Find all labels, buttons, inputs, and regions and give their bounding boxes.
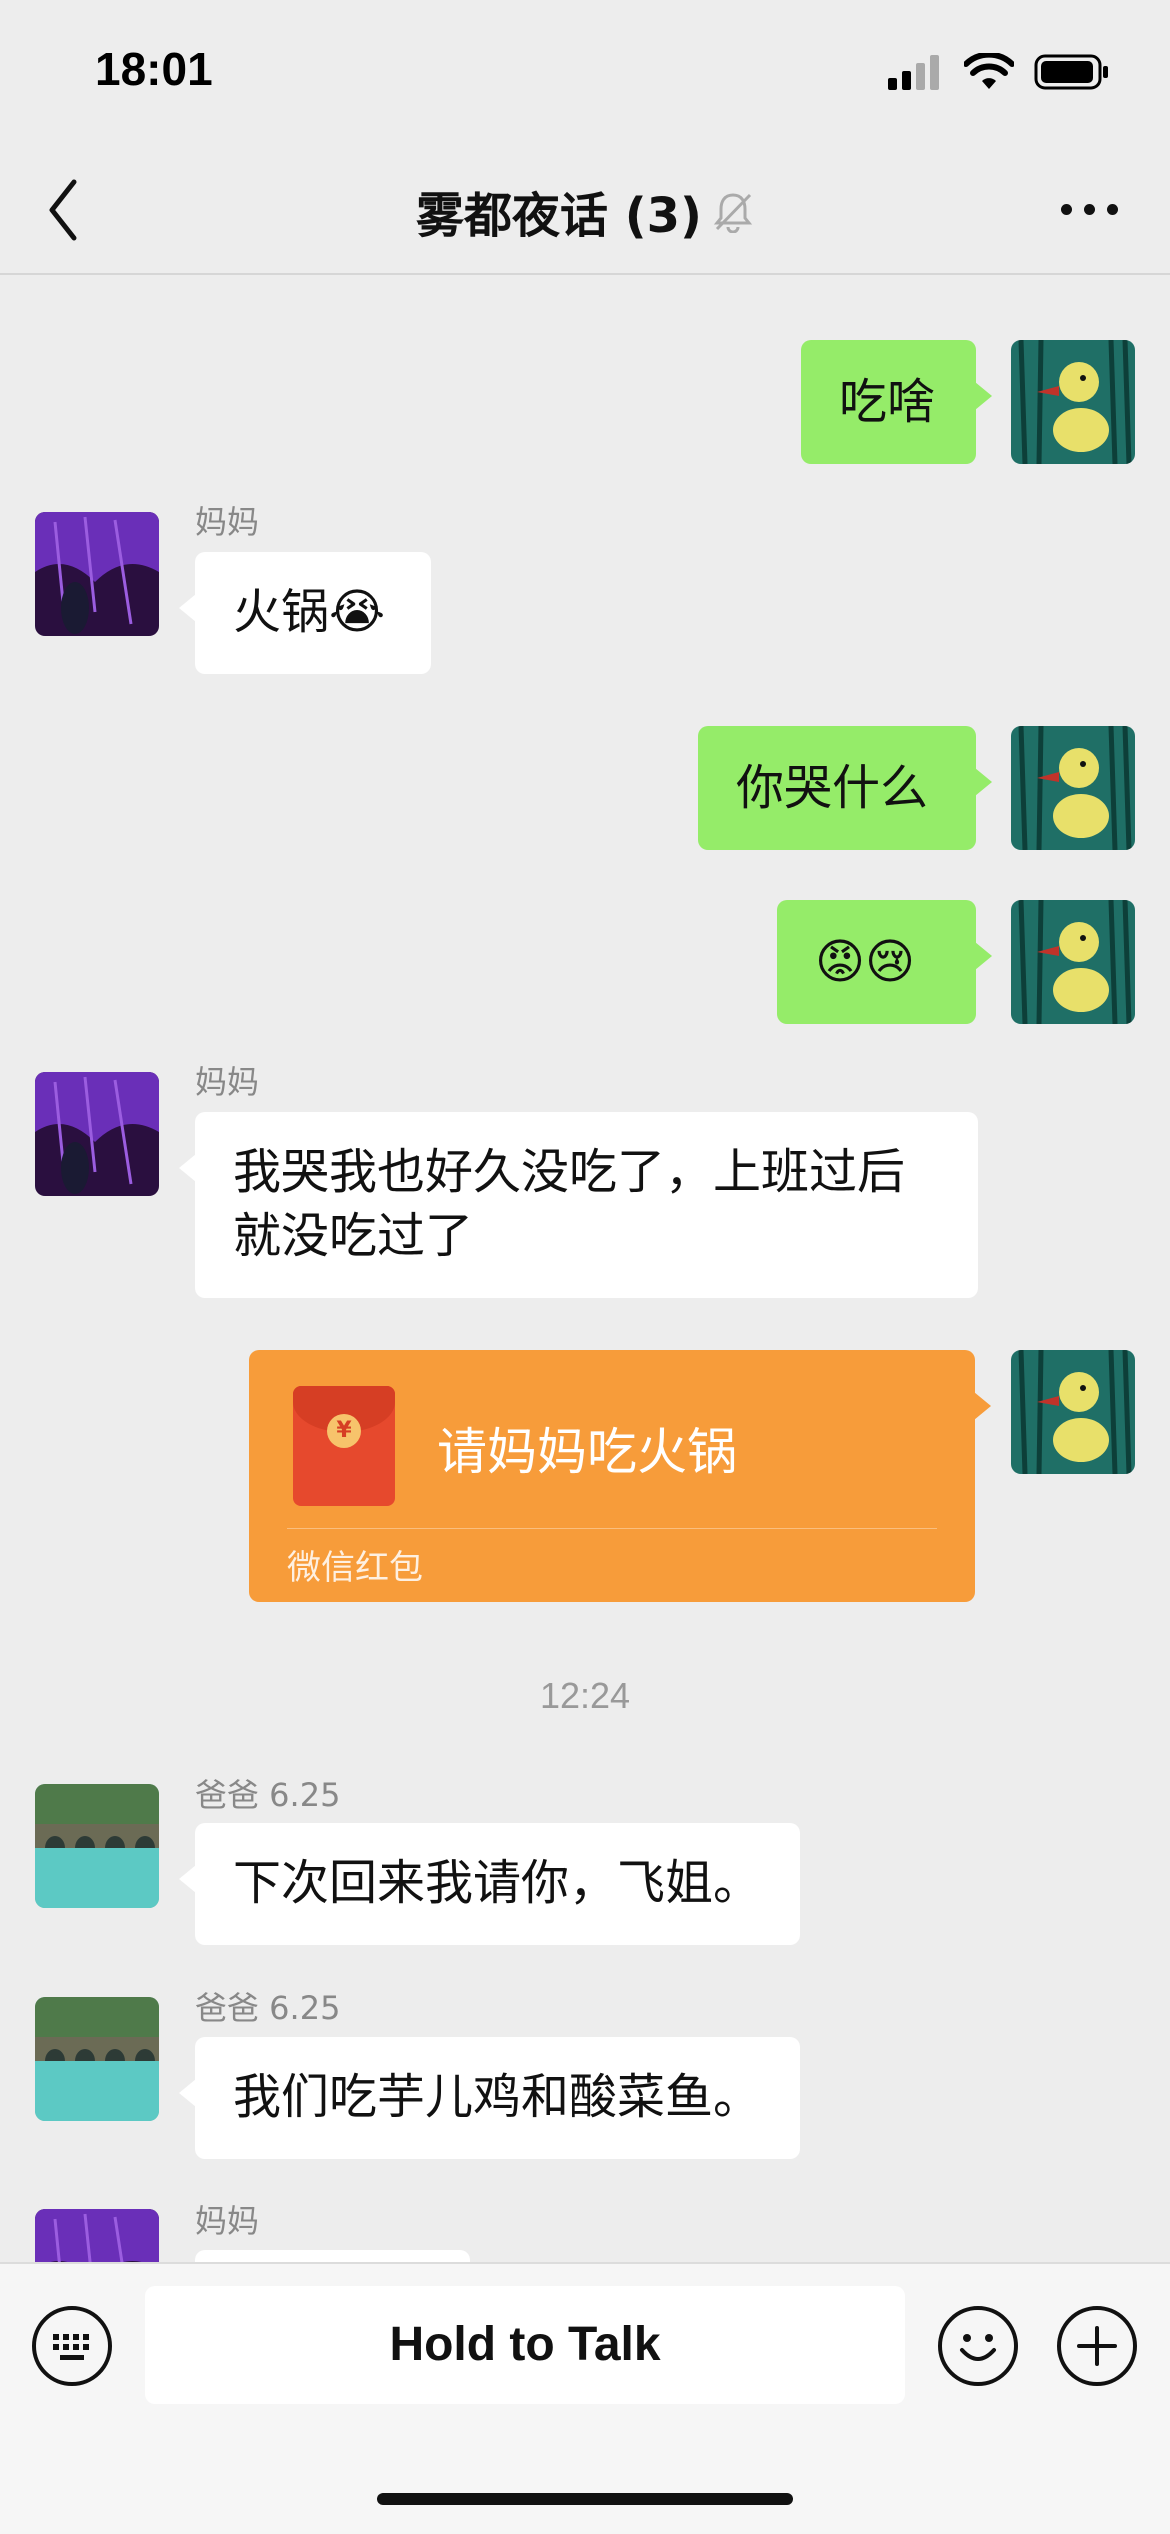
mom-avatar[interactable] xyxy=(35,1072,159,1196)
message-bubble[interactable]: 我们吃芋儿鸡和酸菜鱼。 xyxy=(179,2037,800,2159)
red-packet-message[interactable]: ¥ 请妈妈吃火锅 微信红包 xyxy=(249,1350,991,1602)
dad-avatar[interactable] xyxy=(35,1997,159,2121)
message-bubble[interactable]: 火锅😭 xyxy=(179,552,431,674)
chat-header: 雾都夜话 (3) xyxy=(0,150,1170,275)
my-avatar[interactable] xyxy=(1011,726,1135,850)
message-bubble[interactable] xyxy=(195,2250,470,2262)
home-indicator xyxy=(377,2493,793,2505)
sender-name: 妈妈 xyxy=(195,2202,260,2240)
red-packet-label: 微信红包 xyxy=(287,1548,423,1588)
battery-icon xyxy=(1034,54,1108,90)
my-avatar[interactable] xyxy=(1011,900,1135,1024)
red-packet-title: 请妈妈吃火锅 xyxy=(437,1423,737,1481)
sender-name: 爸爸 6.25 xyxy=(195,1776,341,1814)
emoji-icon[interactable] xyxy=(938,2306,1018,2386)
sender-name: 妈妈 xyxy=(195,503,260,541)
signal-icon xyxy=(888,55,939,90)
sender-name: 妈妈 xyxy=(195,1063,260,1101)
sender-name: 爸爸 6.25 xyxy=(195,1989,341,2027)
my-avatar[interactable] xyxy=(1011,1350,1135,1474)
message-bubble[interactable]: 😡😢 xyxy=(777,900,992,1024)
keyboard-icon[interactable] xyxy=(32,2306,112,2386)
message-bubble[interactable]: 吃啥 xyxy=(801,340,992,464)
chat-title: 雾都夜话 (3) xyxy=(416,188,702,244)
mom-avatar[interactable] xyxy=(35,512,159,636)
message-bubble[interactable]: 我哭我也好久没吃了，上班过后就没吃过了 xyxy=(179,1112,978,1298)
mom-avatar[interactable] xyxy=(35,2209,159,2262)
plus-icon[interactable] xyxy=(1057,2306,1137,2386)
dad-avatar[interactable] xyxy=(35,1784,159,1908)
chat-timestamp: 12:24 xyxy=(539,1675,631,1716)
message-bubble[interactable]: 你哭什么 xyxy=(698,726,992,850)
message-list: 吃啥 妈妈 火锅😭 你哭什么 😡😢 妈妈 我哭我也好久没吃了，上班过后就没吃过了… xyxy=(0,275,1170,2262)
more-icon[interactable] xyxy=(1044,174,1134,244)
mute-bell-icon xyxy=(713,193,753,233)
wifi-icon xyxy=(964,53,1014,89)
status-time: 18:01 xyxy=(95,43,213,95)
status-bar: 18:01 xyxy=(0,0,1170,150)
hold-to-talk-button[interactable]: Hold to Talk xyxy=(145,2286,905,2404)
my-avatar[interactable] xyxy=(1011,340,1135,464)
red-packet-icon: ¥ xyxy=(293,1386,395,1506)
message-bubble[interactable]: 下次回来我请你，飞姐。 xyxy=(179,1823,800,1945)
